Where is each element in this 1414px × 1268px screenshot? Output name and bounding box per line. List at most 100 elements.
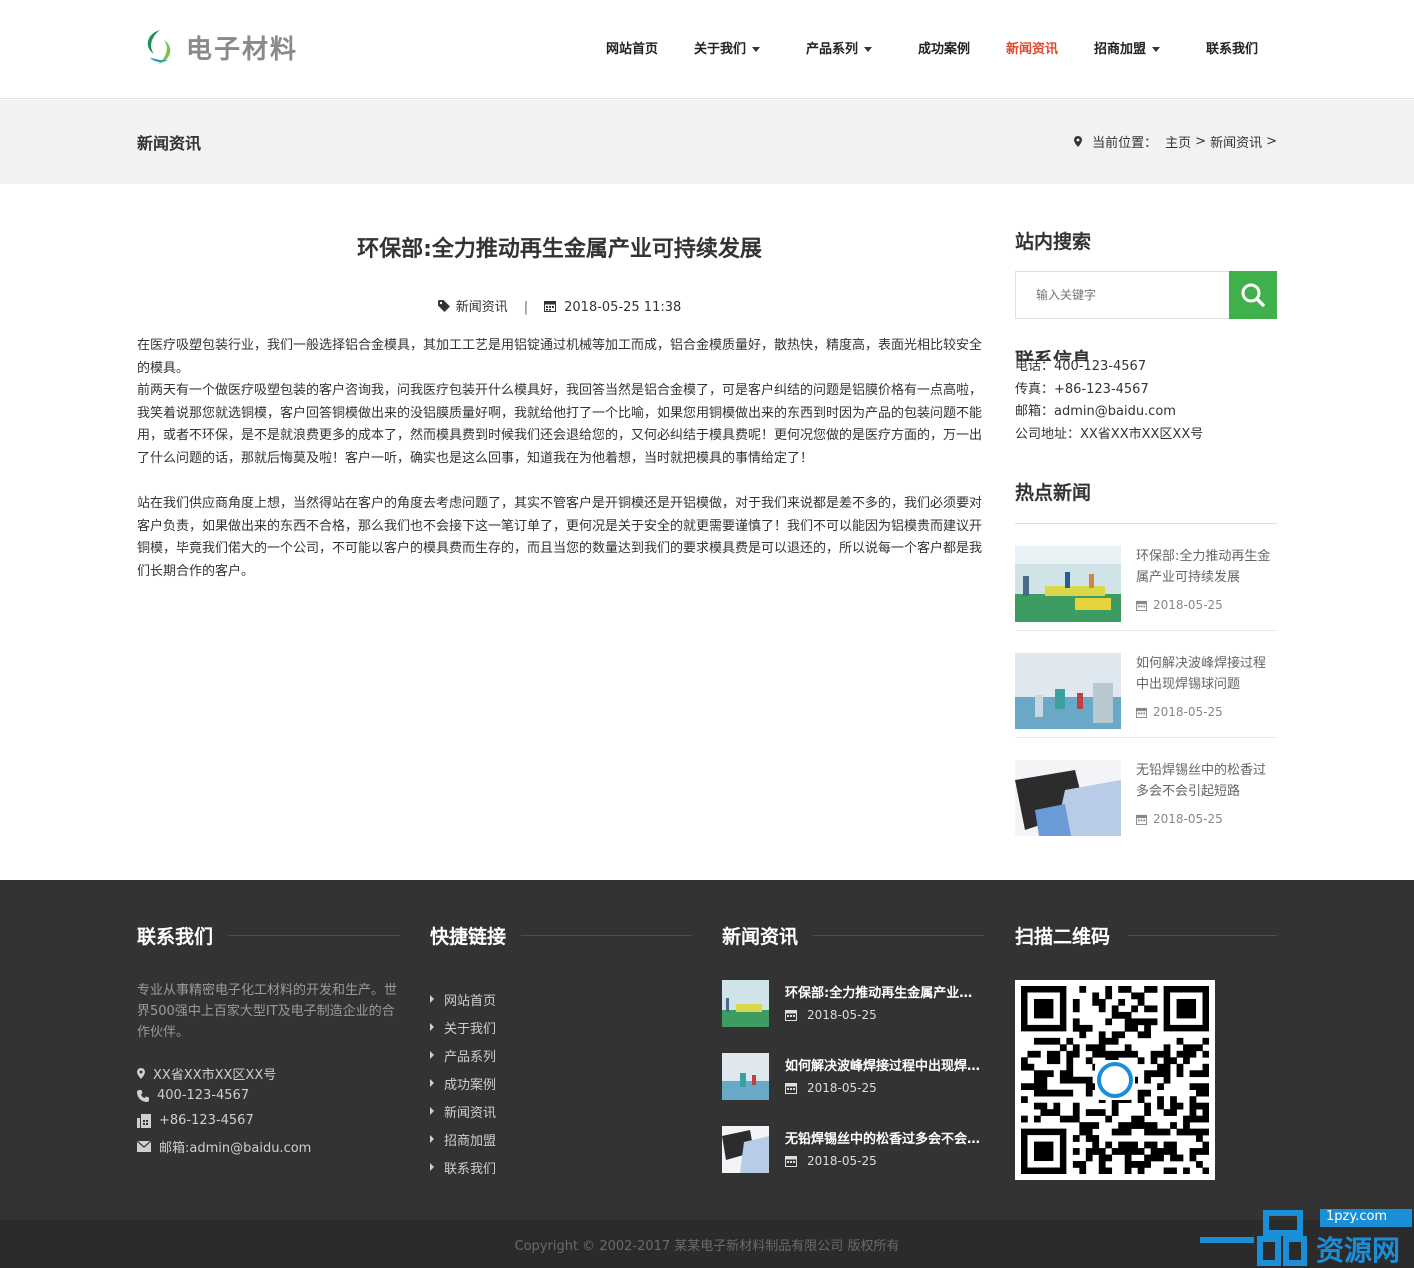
breadcrumb: 当前位置： 主页 > 新闻资讯 > xyxy=(1074,132,1277,151)
news-thumbnail[interactable] xyxy=(722,980,769,1027)
factory-photo-icon xyxy=(1015,546,1121,622)
address-text: XX省XX市XX区XX号 xyxy=(153,1068,277,1083)
site-footer: 联系我们 专业从事精密电子化工材料的开发和生产。世界500强中上百家大型IT及电… xyxy=(0,880,1414,1220)
search-box xyxy=(1015,271,1277,319)
fax-icon xyxy=(137,1113,151,1128)
footer-link-about[interactable]: 关于我们 xyxy=(430,1013,496,1041)
phone-icon xyxy=(137,1089,149,1102)
footer-news-date: 2018-05-25 xyxy=(785,1081,877,1095)
date-text: 2018-05-25 xyxy=(807,1081,877,1095)
footer-news-title[interactable]: 如何解决波峰焊接过程中出现焊锡球问题 xyxy=(785,1055,984,1074)
article-body: 在医疗吸塑包装行业，我们一般选择铝合金模具，其加工工艺是用铝锭通过机械等加工而成… xyxy=(137,335,982,606)
article-category[interactable]: 新闻资讯 xyxy=(456,300,508,315)
breadcrumb-separator: > xyxy=(1266,134,1277,149)
news-thumbnail[interactable] xyxy=(1015,546,1121,622)
news-thumbnail[interactable] xyxy=(722,1053,769,1100)
nav-item-cases[interactable]: 成功案例 xyxy=(918,38,970,57)
footer-link-cases[interactable]: 成功案例 xyxy=(430,1069,496,1097)
footer-news-date: 2018-05-25 xyxy=(785,1154,877,1168)
envelope-icon xyxy=(137,1141,151,1152)
footer-news-item[interactable]: 如何解决波峰焊接过程中出现焊锡球问题 2018-05-25 xyxy=(722,1053,984,1103)
footer-phone: 400-123-4567 xyxy=(137,1088,249,1103)
nav-item-home[interactable]: 网站首页 xyxy=(606,38,658,57)
date-text: 2018-05-25 xyxy=(1153,705,1223,719)
search-heading: 站内搜索 xyxy=(1015,231,1092,253)
factory-photo-icon xyxy=(722,1053,769,1100)
calendar-icon xyxy=(785,1010,797,1021)
article-paragraph: 在医疗吸塑包装行业，我们一般选择铝合金模具，其加工工艺是用铝锭通过机械等加工而成… xyxy=(137,338,983,376)
site-header: 电子材料 网站首页 关于我们 产品系列 成功案例 新闻资讯 招商加盟 联系我们 xyxy=(0,0,1414,99)
nav-item-news[interactable]: 新闻资讯 xyxy=(1006,38,1058,57)
footer-links: 网站首页 关于我们 产品系列 成功案例 新闻资讯 招商加盟 联系我们 xyxy=(430,985,496,1181)
footer-contact-heading: 联系我们 xyxy=(137,926,214,948)
watermark-domain: 1pzy.com xyxy=(1326,1209,1388,1224)
main-nav: 网站首页 关于我们 产品系列 成功案例 新闻资讯 招商加盟 联系我们 xyxy=(0,38,1414,62)
tag-icon xyxy=(437,300,450,312)
calendar-icon xyxy=(1136,600,1147,611)
hot-news-title[interactable]: 环保部:全力推动再生金属产业可持续发展 xyxy=(1136,546,1277,588)
search-input[interactable] xyxy=(1016,272,1230,318)
footer-divider xyxy=(1128,935,1277,936)
footer-news-title[interactable]: 无铅焊锡丝中的松香过多会不会引起短路 xyxy=(785,1128,984,1147)
footer-fax: +86-123-4567 xyxy=(137,1113,254,1128)
footer-news-date: 2018-05-25 xyxy=(785,1008,877,1022)
date-text: 2018-05-25 xyxy=(807,1154,877,1168)
date-text: 2018-05-25 xyxy=(1153,812,1223,826)
footer-link-products[interactable]: 产品系列 xyxy=(430,1041,496,1069)
nav-item-about[interactable]: 关于我们 xyxy=(694,38,761,57)
hot-news-heading: 热点新闻 xyxy=(1015,482,1092,504)
date-text: 2018-05-25 xyxy=(807,1008,877,1022)
footer-news-title[interactable]: 环保部:全力推动再生金属产业可持续发展 xyxy=(785,982,984,1001)
map-pin-icon xyxy=(1074,136,1083,147)
factory-photo-icon xyxy=(1015,653,1121,729)
article-meta: 新闻资讯 | 2018-05-25 11:38 xyxy=(137,296,982,315)
hot-news-title[interactable]: 如何解决波峰焊接过程中出现焊锡球问题 xyxy=(1136,653,1277,695)
watermark-text: 资源网 xyxy=(1316,1234,1401,1267)
footer-link-contact[interactable]: 联系我们 xyxy=(430,1153,496,1181)
page-title: 新闻资讯 xyxy=(137,134,202,153)
calendar-icon xyxy=(785,1083,797,1094)
breadcrumb-news-link[interactable]: 新闻资讯 xyxy=(1210,132,1262,151)
plastic-tray-photo-icon xyxy=(722,1126,769,1173)
footer-address: XX省XX市XX区XX号 xyxy=(137,1064,276,1083)
footer-link-franchise[interactable]: 招商加盟 xyxy=(430,1125,496,1153)
fax-text: +86-123-4567 xyxy=(159,1113,254,1128)
hot-news-item[interactable]: 如何解决波峰焊接过程中出现焊锡球问题 2018-05-25 xyxy=(1015,631,1277,738)
caret-down-icon xyxy=(864,47,873,52)
nav-item-products[interactable]: 产品系列 xyxy=(806,38,873,57)
contact-info: 电话：400-123-4567 传真：+86-123-4567 邮箱：admin… xyxy=(1015,356,1277,446)
article-paragraph: 前两天有一个做医疗吸塑包装的客户咨询我，问我医疗包装开什么模具好，我回答当然是铝… xyxy=(137,383,983,466)
news-thumbnail[interactable] xyxy=(1015,653,1121,729)
breadcrumb-separator: > xyxy=(1195,134,1207,149)
email-text: 邮箱:admin@baidu.com xyxy=(159,1141,312,1156)
watermark-logo: 1pzy.com 资源网 xyxy=(1198,1207,1414,1268)
footer-link-home[interactable]: 网站首页 xyxy=(430,985,496,1013)
news-thumbnail[interactable] xyxy=(722,1126,769,1173)
footer-links-heading: 快捷链接 xyxy=(430,926,507,948)
qr-code-icon xyxy=(1021,986,1210,1175)
footer-email: 邮箱:admin@baidu.com xyxy=(137,1137,311,1156)
nav-item-franchise[interactable]: 招商加盟 xyxy=(1094,38,1161,57)
news-thumbnail[interactable] xyxy=(1015,760,1121,836)
footer-divider xyxy=(521,935,692,936)
breadcrumb-home-link[interactable]: 主页 xyxy=(1165,132,1191,151)
hot-news-title[interactable]: 无铅焊锡丝中的松香过多会不会引起短路 xyxy=(1136,760,1277,802)
footer-intro: 专业从事精密电子化工材料的开发和生产。世界500强中上百家大型IT及电子制造企业… xyxy=(137,983,398,1040)
footer-news-item[interactable]: 无铅焊锡丝中的松香过多会不会引起短路 2018-05-25 xyxy=(722,1126,984,1176)
hot-news-item[interactable]: 无铅焊锡丝中的松香过多会不会引起短路 2018-05-25 xyxy=(1015,738,1277,845)
footer-divider xyxy=(228,935,400,936)
caret-right-icon xyxy=(430,1023,434,1031)
caret-right-icon xyxy=(430,1163,434,1171)
plastic-tray-photo-icon xyxy=(1015,760,1121,836)
footer-news-item[interactable]: 环保部:全力推动再生金属产业可持续发展 2018-05-25 xyxy=(722,980,984,1030)
caret-right-icon xyxy=(430,1051,434,1059)
caret-right-icon xyxy=(430,1107,434,1115)
page-banner: 新闻资讯 当前位置： 主页 > 新闻资讯 > xyxy=(0,100,1414,184)
search-button[interactable] xyxy=(1229,271,1277,319)
breadcrumb-prefix: 当前位置： xyxy=(1092,136,1158,151)
hot-news-item[interactable]: 环保部:全力推动再生金属产业可持续发展 2018-05-25 xyxy=(1015,524,1277,631)
article-title: 环保部:全力推动再生金属产业可持续发展 xyxy=(357,237,762,262)
nav-item-contact[interactable]: 联系我们 xyxy=(1206,38,1258,57)
article-date: 2018-05-25 11:38 xyxy=(564,300,682,315)
footer-link-news[interactable]: 新闻资讯 xyxy=(430,1097,496,1125)
